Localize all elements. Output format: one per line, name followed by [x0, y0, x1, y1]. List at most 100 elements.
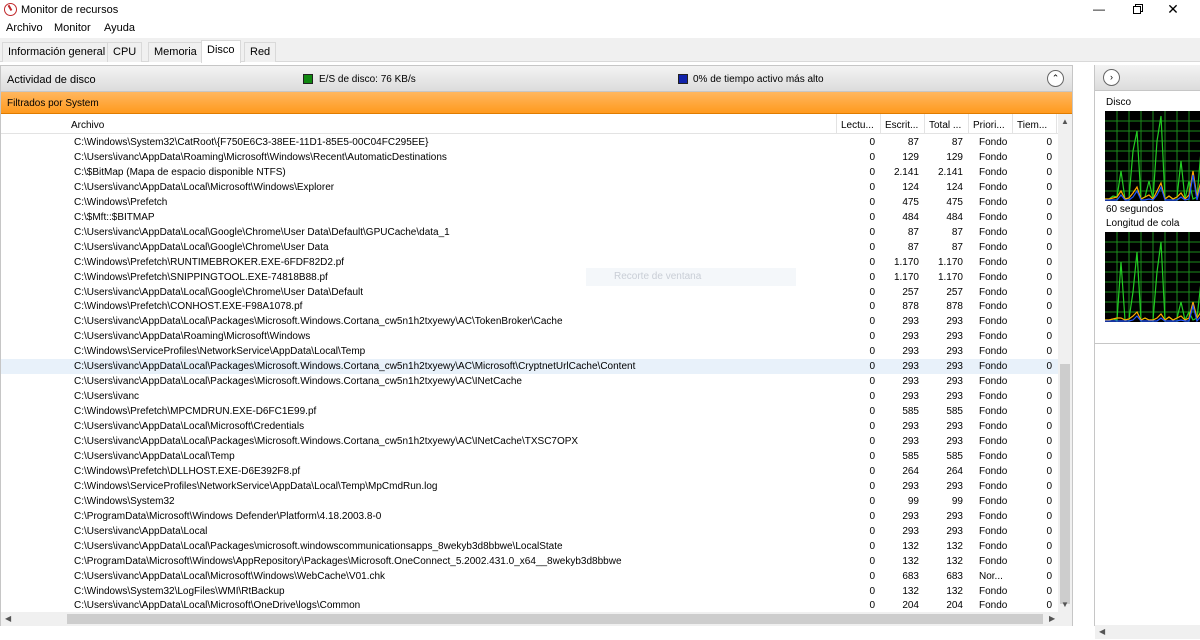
- tab-memoria[interactable]: Memoria: [148, 42, 203, 62]
- table-row[interactable]: C:\Users\ivanc\AppData\Local\Microsoft\W…: [1, 180, 1058, 195]
- table-row[interactable]: C:\$BitMap (Mapa de espacio disponible N…: [1, 165, 1058, 180]
- collapse-button[interactable]: ⌃: [1047, 70, 1064, 87]
- tab-informacion-general[interactable]: Información general: [2, 42, 112, 62]
- vertical-scroll-thumb[interactable]: [1060, 364, 1070, 604]
- table-row[interactable]: C:\Users\ivanc\AppData\Local\Temp 0 585 585…: [1, 449, 1058, 464]
- filter-bar: Filtrados por System: [1, 92, 1072, 114]
- table-row[interactable]: C:\Windows\ServiceProfiles\NetworkServic…: [1, 344, 1058, 359]
- table-row[interactable]: C:\Users\ivanc\AppData\Roaming\Microsoft…: [1, 329, 1058, 344]
- scroll-left-arrow-icon[interactable]: ◀: [5, 614, 11, 623]
- table-row[interactable]: C:\ProgramData\Microsoft\Windows\AppRepo…: [1, 554, 1058, 569]
- value-cell: 87: [907, 241, 919, 253]
- table-row[interactable]: C:\Windows\Prefetch 0 475 475 Fondo 0: [1, 195, 1058, 210]
- value-cell: 0: [869, 256, 875, 268]
- table-row[interactable]: C:\Users\ivanc\AppData\Local\Google\Chro…: [1, 240, 1058, 255]
- expand-views-button[interactable]: ›: [1103, 69, 1120, 86]
- tab-bar: Información general CPU Memoria Disco Re…: [0, 38, 1200, 63]
- minimize-button[interactable]: —: [1082, 0, 1116, 20]
- value-cell: 683: [902, 570, 919, 582]
- scroll-right-arrow-icon[interactable]: ▶: [1049, 614, 1055, 623]
- table-row[interactable]: C:\ProgramData\Microsoft\Windows Defende…: [1, 509, 1058, 524]
- value-cell: 129: [946, 151, 963, 163]
- table-row[interactable]: C:\$Mft::$BITMAP 0 484 484 Fondo 0: [1, 210, 1058, 225]
- file-path-cell: C:\Users\ivanc\AppData\Local\Google\Chro…: [74, 241, 329, 253]
- value-cell: 87: [951, 226, 963, 238]
- value-cell: 0: [869, 510, 875, 522]
- tab-red[interactable]: Red: [244, 42, 277, 62]
- value-cell: 585: [946, 450, 963, 462]
- value-cell: 0: [869, 226, 875, 238]
- close-button[interactable]: ✕: [1156, 0, 1190, 20]
- title-bar: Monitor de recursos — ✕: [0, 0, 1200, 20]
- value-cell: Fondo: [979, 480, 1008, 492]
- table-row[interactable]: C:\Windows\Prefetch\MPCMDRUN.EXE-D6FC1E9…: [1, 404, 1058, 419]
- value-cell: 585: [946, 406, 963, 418]
- window-snip-overlay: Recorte de ventana: [586, 268, 796, 286]
- queue-length-label: Longitud de cola: [1106, 218, 1180, 229]
- table-row[interactable]: C:\Users\ivanc\AppData\Local\Packages\Mi…: [1, 314, 1058, 329]
- table-row[interactable]: C:\Windows\System32\LogFiles\WMI\RtBacku…: [1, 584, 1058, 599]
- menu-archivo[interactable]: Archivo: [6, 22, 43, 34]
- column-header-5[interactable]: Tiem...: [1013, 114, 1057, 134]
- value-cell: 0: [1046, 196, 1052, 208]
- menu-ayuda[interactable]: Ayuda: [104, 22, 135, 34]
- value-cell: Fondo: [979, 450, 1008, 462]
- table-row[interactable]: C:\Users\ivanc\AppData\Local 0 293 293 Fondo…: [1, 524, 1058, 539]
- value-cell: 293: [902, 391, 919, 403]
- table-row[interactable]: C:\Windows\Prefetch\DLLHOST.EXE-D6E392F8…: [1, 464, 1058, 479]
- table-row[interactable]: C:\Users\ivanc\AppData\Local\Google\Chro…: [1, 285, 1058, 300]
- value-cell: 0: [1046, 406, 1052, 418]
- value-cell: 0: [869, 316, 875, 328]
- filter-label: Filtrados por System: [7, 98, 99, 109]
- column-header-2[interactable]: Escrit...: [881, 114, 925, 134]
- file-path-cell: C:\Users\ivanc\AppData\Local\Packages\Mi…: [74, 316, 563, 328]
- file-path-cell: C:\Users\ivanc\AppData\Local\Google\Chro…: [74, 286, 364, 298]
- table-row[interactable]: C:\Users\ivanc\AppData\Local\Google\Chro…: [1, 225, 1058, 240]
- value-cell: 129: [902, 151, 919, 163]
- table-row[interactable]: C:\Windows\System32\CatRoot\{F750E6C3-38…: [1, 135, 1058, 150]
- maximize-button[interactable]: [1120, 0, 1154, 20]
- column-header-0[interactable]: Archivo: [67, 114, 837, 134]
- table-row[interactable]: C:\Windows\ServiceProfiles\NetworkServic…: [1, 479, 1058, 494]
- file-path-cell: C:\Windows\ServiceProfiles\NetworkServic…: [74, 480, 438, 492]
- value-cell: 0: [869, 181, 875, 193]
- table-row[interactable]: C:\Windows\System32 0 99 99 Fondo 0: [1, 494, 1058, 509]
- table-row[interactable]: C:\Users\ivanc\AppData\Local\Packages\Mi…: [1, 374, 1058, 389]
- scroll-down-arrow-icon[interactable]: ▼: [1061, 600, 1069, 609]
- table-row[interactable]: C:\Windows\Prefetch\RUNTIMEBROKER.EXE-6F…: [1, 255, 1058, 270]
- graphs-scroll-left-arrow-icon[interactable]: ◀: [1099, 627, 1105, 636]
- value-cell: Fondo: [979, 525, 1008, 537]
- table-row[interactable]: C:\Users\ivanc\AppData\Local\Packages\Mi…: [1, 359, 1058, 375]
- column-header-4[interactable]: Priori...: [969, 114, 1013, 134]
- value-cell: 475: [902, 196, 919, 208]
- tab-disco[interactable]: Disco: [201, 40, 241, 63]
- scroll-up-arrow-icon[interactable]: ▲: [1061, 117, 1069, 126]
- table-row[interactable]: C:\Users\ivanc\AppData\Local\Packages\Mi…: [1, 434, 1058, 449]
- table-row[interactable]: C:\Users\ivanc 0 293 293 Fondo 0: [1, 389, 1058, 404]
- graphs-horizontal-scrollbar[interactable]: ◀: [1095, 625, 1200, 639]
- file-path-cell: C:\Users\ivanc\AppData\Local\Packages\Mi…: [74, 436, 579, 447]
- active-time-legend-swatch: [678, 74, 688, 84]
- tab-cpu[interactable]: CPU: [107, 42, 143, 62]
- menu-monitor[interactable]: Monitor: [54, 22, 91, 34]
- column-header-3[interactable]: Total ...: [925, 114, 969, 134]
- value-cell: 1.170: [893, 256, 919, 268]
- table-row[interactable]: C:\Users\ivanc\AppData\Local\Microsoft\C…: [1, 419, 1058, 434]
- value-cell: 293: [946, 316, 963, 328]
- table-row[interactable]: C:\Windows\Prefetch\CONHOST.EXE-F98A1078…: [1, 299, 1058, 314]
- table-row[interactable]: C:\Users\ivanc\AppData\Local\Packages\mi…: [1, 539, 1058, 554]
- chevron-right-icon: ›: [1110, 72, 1113, 82]
- table-row[interactable]: C:\Users\ivanc\AppData\Roaming\Microsoft…: [1, 150, 1058, 165]
- table-row[interactable]: C:\Windows\Prefetch\SNIPPINGTOOL.EXE-748…: [1, 270, 1058, 285]
- vertical-scrollbar[interactable]: ▲ ▼: [1058, 114, 1072, 612]
- value-cell: 0: [1046, 421, 1052, 433]
- table-row[interactable]: C:\Users\ivanc\AppData\Local\Microsoft\W…: [1, 569, 1058, 584]
- horizontal-scrollbar[interactable]: ◀ ▶: [1, 612, 1072, 626]
- value-cell: 0: [1046, 391, 1052, 403]
- value-cell: Fondo: [979, 391, 1008, 403]
- horizontal-scroll-thumb[interactable]: [67, 614, 1043, 624]
- table-row[interactable]: C:\Users\ivanc\AppData\Local\Microsoft\O…: [1, 598, 1058, 612]
- value-cell: 0: [1046, 361, 1052, 373]
- column-header-1[interactable]: Lectu...: [837, 114, 881, 134]
- disk-activity-header[interactable]: Actividad de disco E/S de disco: 76 KB/s…: [1, 66, 1072, 92]
